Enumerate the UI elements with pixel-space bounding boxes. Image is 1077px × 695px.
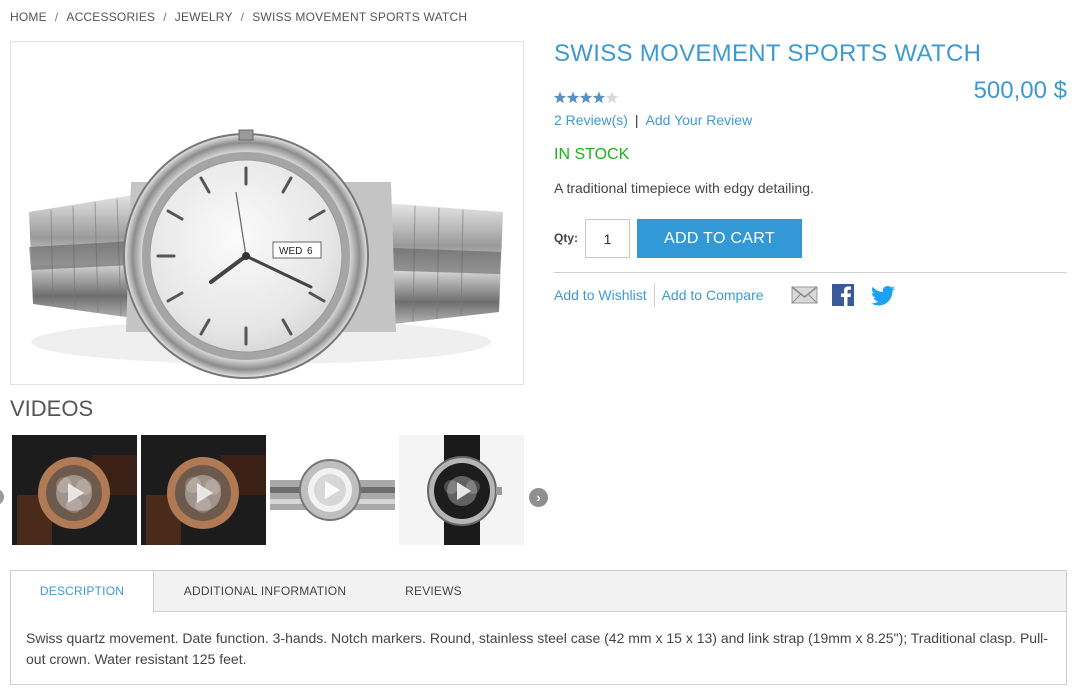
breadcrumb-separator: / <box>240 10 245 24</box>
video-thumbnails <box>12 435 527 545</box>
product-title: SWISS MOVEMENT SPORTS WATCH <box>554 40 982 67</box>
videos-heading: VIDEOS <box>10 396 94 421</box>
divider <box>554 272 1067 273</box>
add-to-cart-button[interactable]: ADD TO CART <box>637 219 802 258</box>
star-filled-icon <box>579 91 593 104</box>
add-to-wishlist-link[interactable]: Add to Wishlist <box>554 283 647 307</box>
add-to-compare-link[interactable]: Add to Compare <box>662 283 764 307</box>
rose-gold-chronograph-image <box>141 435 266 545</box>
actions-divider <box>653 283 655 307</box>
description-text: Swiss quartz movement. Date function. 3-… <box>26 630 1048 667</box>
chevron-left-icon[interactable] <box>0 489 4 505</box>
watch-illustration: WED 6 <box>11 42 523 384</box>
breadcrumb-accessories[interactable]: ACCESSORIES <box>66 10 155 24</box>
twitter-icon[interactable] <box>870 283 896 307</box>
reviews-count-link[interactable]: 2 Review(s) <box>554 112 628 128</box>
review-divider: | <box>634 112 639 128</box>
rose-gold-chronograph-image <box>12 435 137 545</box>
qty-label: Qty: <box>554 231 578 245</box>
short-description: A traditional timepiece with edgy detail… <box>554 180 814 196</box>
product-info-tabs: DESCRIPTION ADDITIONAL INFORMATION REVIE… <box>10 570 1067 685</box>
star-empty-icon <box>605 91 619 104</box>
watch-date-text: WED <box>279 246 302 257</box>
chevron-right-icon[interactable]: › <box>529 488 548 507</box>
video-thumbnail[interactable] <box>12 435 137 545</box>
breadcrumb-separator: / <box>163 10 167 24</box>
product-actions: Add to Wishlist Add to Compare <box>554 283 764 307</box>
add-review-link[interactable]: Add Your Review <box>646 112 753 128</box>
breadcrumb-separator: / <box>54 10 59 24</box>
product-price: 500,00 $ <box>973 77 1067 104</box>
breadcrumb-jewelry[interactable]: JEWELRY <box>175 10 233 24</box>
email-icon[interactable] <box>791 283 818 307</box>
breadcrumb: HOME / ACCESSORIES / JEWELRY / SWISS MOVEMENT … <box>10 10 467 24</box>
video-thumbnail[interactable] <box>399 435 524 545</box>
review-links: 2 Review(s) | Add Your Review <box>554 112 752 128</box>
qty-input[interactable] <box>585 219 630 258</box>
star-filled-icon <box>554 91 567 104</box>
facebook-icon[interactable] <box>831 283 855 307</box>
product-main-image[interactable]: WED 6 <box>10 41 524 385</box>
video-thumbnail[interactable] <box>270 435 395 545</box>
star-filled-icon <box>592 91 606 104</box>
steel-watch-image <box>270 435 395 545</box>
breadcrumb-current: SWISS MOVEMENT SPORTS WATCH <box>252 10 468 24</box>
star-icons <box>554 91 619 104</box>
stock-status: IN STOCK <box>554 146 630 163</box>
star-filled-icon <box>566 91 580 104</box>
breadcrumb-home[interactable]: HOME <box>10 10 47 24</box>
video-thumbnail[interactable] <box>141 435 266 545</box>
tab-description[interactable]: DESCRIPTION <box>11 571 154 613</box>
tab-additional-information[interactable]: ADDITIONAL INFORMATION <box>154 571 376 612</box>
tab-reviews[interactable]: REVIEWS <box>376 571 491 612</box>
tab-bar: DESCRIPTION ADDITIONAL INFORMATION REVIE… <box>11 571 1066 613</box>
watch-day-text: 6 <box>307 246 313 257</box>
star-rating <box>554 90 620 106</box>
black-leather-chronograph-image <box>399 435 524 545</box>
